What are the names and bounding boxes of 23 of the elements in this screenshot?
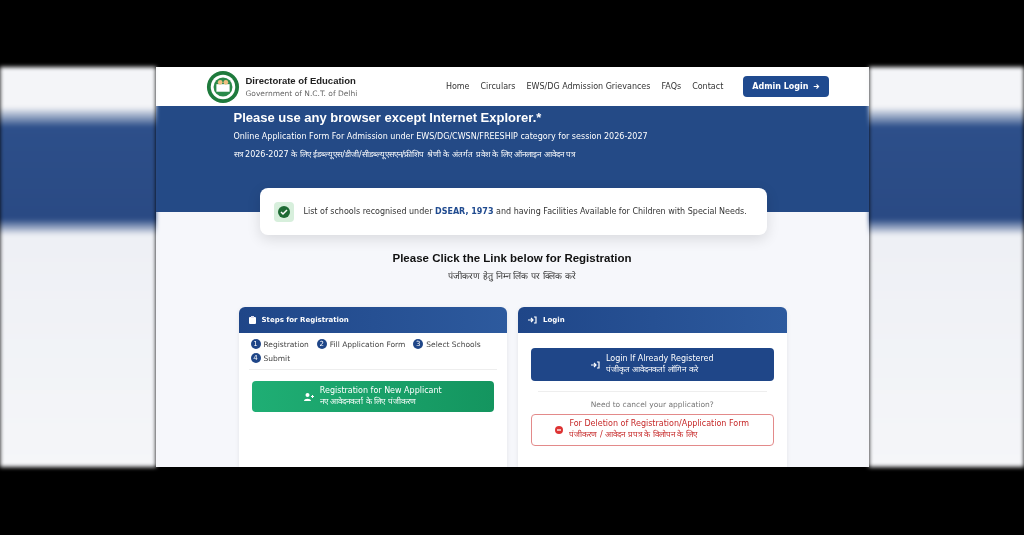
hero-text: सत्र 2026-2027 के लिए ईडब्ल्यूएस/डीजी/सीडब्ल्यूएसएन/फ्रीशिप श्रेणी के अंतर्गत प्रवेश के लिए ऑनलाइन आवेदन पत्र xyxy=(233,148,577,160)
dsear-link[interactable]: DSEAR, 1973 xyxy=(435,207,494,217)
section-subheading: पंजीकरण हेतु निम्न लिंक पर क्लिक करे xyxy=(447,270,577,282)
admin-login-button[interactable]: Admin Login xyxy=(743,76,829,98)
remove-icon xyxy=(555,426,564,434)
nav-link[interactable]: Home xyxy=(445,82,470,92)
nav-link[interactable]: FAQs xyxy=(661,82,682,92)
site-title: Directorate of Education xyxy=(245,75,357,87)
nav-link[interactable]: EWS/DG Admission Grievances xyxy=(526,82,651,92)
sign-in-icon xyxy=(528,316,537,324)
login-button[interactable]: Login If Already Registered पंजीकृत आवेदनकर्ता लॉगिन करे xyxy=(531,348,774,381)
delete-registration-button[interactable]: For Deletion of Registration/Application Form पंजीकरण / आवेदन प्रपत्र के विलोपन के लिए xyxy=(531,414,774,446)
hero-heading: Please use any browser except Internet Explorer.* xyxy=(233,110,543,126)
add-user-icon xyxy=(303,392,314,401)
hero-text: Online Application Form For Admission under EWS/DG/CWSN/FREESHIP category for session 2026-2027 xyxy=(233,132,649,142)
check-icon xyxy=(273,201,294,222)
section-heading: Please Click the Link below for Registration xyxy=(392,252,632,264)
arrow-right-icon xyxy=(812,83,820,91)
nav-link[interactable]: Circulars xyxy=(480,82,516,92)
sign-in-icon xyxy=(590,360,600,369)
nav-link[interactable]: Contact xyxy=(692,82,724,92)
clipboard-icon xyxy=(248,316,256,324)
notice-text: List of schools recognised under DSEAR, 1973 and having Facilities Available for Children with Special Needs. xyxy=(303,206,747,218)
